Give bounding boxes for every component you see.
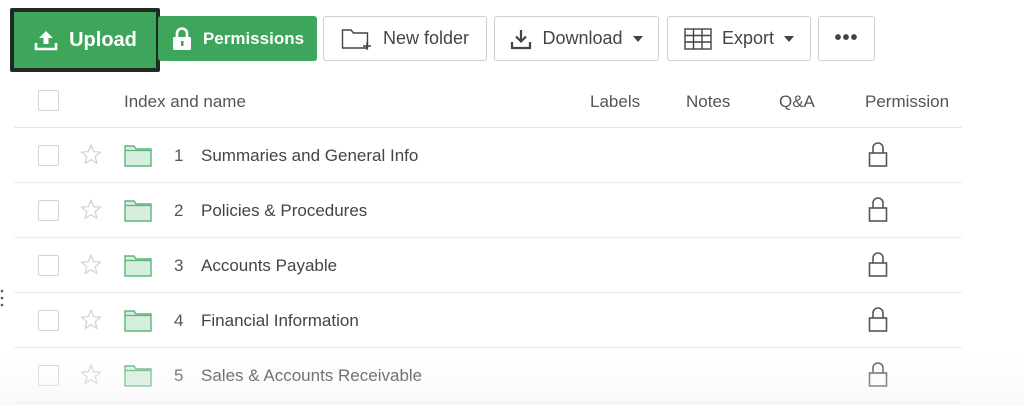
folder-icon: [124, 253, 152, 277]
lock-icon[interactable]: [868, 140, 888, 168]
table-header: Index and name Labels Notes Q&A Permissi…: [14, 73, 962, 128]
row-name[interactable]: Accounts Payable: [201, 256, 337, 276]
row-checkbox[interactable]: [38, 255, 59, 276]
column-header-labels[interactable]: Labels: [590, 92, 640, 112]
folder-plus-icon: [341, 27, 373, 51]
column-header-notes[interactable]: Notes: [686, 92, 730, 112]
row-checkbox[interactable]: [38, 145, 59, 166]
table-grid-icon: [684, 27, 712, 50]
star-icon[interactable]: [78, 362, 104, 388]
download-icon: [510, 28, 532, 50]
ellipsis-icon: •••: [834, 27, 859, 49]
upload-button[interactable]: Upload: [10, 8, 160, 72]
new-folder-button[interactable]: New folder: [323, 16, 487, 61]
column-header-name[interactable]: Index and name: [124, 92, 246, 112]
permissions-button-label: Permissions: [202, 28, 305, 48]
lock-icon: [171, 26, 193, 52]
star-icon[interactable]: [78, 307, 104, 333]
row-name[interactable]: Summaries and General Info: [201, 146, 418, 166]
upload-icon: [33, 28, 59, 52]
download-button-label: Download: [542, 28, 623, 48]
table-row[interactable]: 4 Financial Information: [14, 293, 962, 348]
table-row[interactable]: 5 Sales & Accounts Receivable: [14, 348, 962, 403]
toolbar: Upload Permissions New folder Download E…: [0, 0, 1024, 72]
document-table: Index and name Labels Notes Q&A Permissi…: [14, 73, 962, 403]
star-icon[interactable]: [78, 142, 104, 168]
row-checkbox[interactable]: [38, 310, 59, 331]
download-button[interactable]: Download: [494, 16, 659, 61]
lock-icon[interactable]: [868, 360, 888, 388]
row-name[interactable]: Sales & Accounts Receivable: [201, 366, 422, 386]
new-folder-button-label: New folder: [382, 28, 470, 48]
chevron-down-icon: [632, 35, 643, 42]
lock-icon[interactable]: [868, 250, 888, 278]
more-options-button[interactable]: •••: [818, 16, 875, 61]
lock-icon[interactable]: [868, 195, 888, 223]
table-row[interactable]: 3 Accounts Payable: [14, 238, 962, 293]
table-row[interactable]: 2 Policies & Procedures: [14, 183, 962, 238]
export-button[interactable]: Export: [667, 16, 811, 61]
chevron-down-icon: [784, 35, 795, 42]
row-index: 1: [174, 146, 184, 165]
row-index: 5: [174, 366, 184, 385]
row-checkbox[interactable]: [38, 200, 59, 221]
folder-icon: [124, 143, 152, 167]
row-index: 3: [174, 256, 184, 275]
row-checkbox[interactable]: [38, 365, 59, 386]
drag-handle[interactable]: [0, 286, 4, 310]
folder-icon: [124, 308, 152, 332]
lock-icon[interactable]: [868, 305, 888, 333]
star-icon[interactable]: [78, 197, 104, 223]
row-name[interactable]: Policies & Procedures: [201, 201, 367, 221]
export-button-label: Export: [721, 28, 775, 48]
upload-button-label: Upload: [69, 28, 137, 51]
folder-icon: [124, 363, 152, 387]
select-all-checkbox[interactable]: [38, 90, 59, 111]
permissions-button[interactable]: Permissions: [158, 16, 317, 61]
row-index: 2: [174, 201, 184, 220]
star-icon[interactable]: [78, 252, 104, 278]
folder-icon: [124, 198, 152, 222]
row-name[interactable]: Financial Information: [201, 311, 359, 331]
column-header-permission[interactable]: Permission: [865, 92, 949, 112]
table-body: 1 Summaries and General Info 2 Policies & P…: [14, 128, 962, 403]
column-header-qa[interactable]: Q&A: [779, 92, 815, 112]
row-index: 4: [174, 311, 184, 330]
table-row[interactable]: 1 Summaries and General Info: [14, 128, 962, 183]
